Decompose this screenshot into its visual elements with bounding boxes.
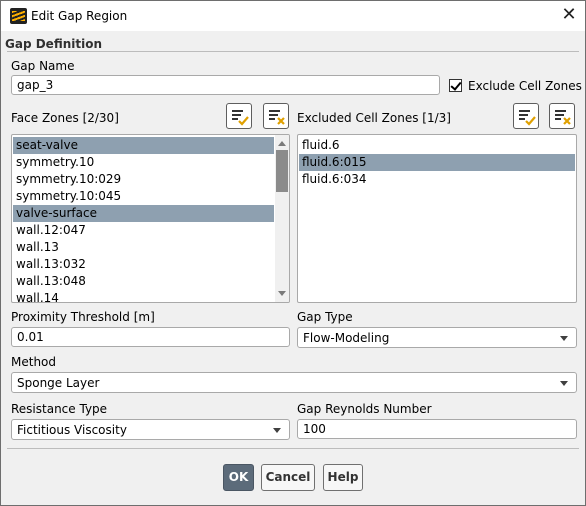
section-divider	[7, 51, 579, 52]
section-title: Gap Definition	[5, 37, 103, 51]
list-item[interactable]: fluid.6:015	[299, 154, 575, 171]
list-item[interactable]: wall.13:032	[13, 256, 274, 273]
resistance-type-label: Resistance Type	[11, 402, 108, 416]
chevron-down-icon	[560, 381, 568, 386]
method-label: Method	[11, 355, 57, 369]
excluded-cell-zones-list[interactable]: fluid.6 fluid.6:015 fluid.6:034	[297, 134, 577, 303]
face-zones-select-all-button[interactable]	[226, 103, 252, 129]
resistance-type-dropdown[interactable]: Fictitious Viscosity	[11, 419, 290, 440]
chevron-down-icon	[560, 336, 568, 341]
list-item[interactable]: seat-valve	[13, 137, 274, 154]
deselect-all-icon	[269, 110, 285, 125]
method-value: Sponge Layer	[17, 376, 100, 390]
chevron-down-icon	[273, 428, 281, 433]
fluent-app-icon	[10, 8, 27, 24]
list-item[interactable]: wall.12:047	[13, 222, 274, 239]
scroll-thumb[interactable]	[276, 150, 288, 192]
gap-name-input[interactable]: gap_3	[11, 75, 440, 95]
proximity-threshold-input[interactable]: 0.01	[11, 327, 290, 347]
list-item[interactable]: symmetry.10:045	[13, 188, 274, 205]
footer-divider	[7, 448, 579, 449]
list-item[interactable]: fluid.6	[299, 137, 575, 154]
face-zones-scrollbar[interactable]	[275, 135, 289, 302]
proximity-threshold-label: Proximity Threshold [m]	[11, 310, 155, 324]
select-all-icon	[519, 110, 536, 126]
exclude-cell-zones-checkbox[interactable]	[449, 79, 462, 92]
list-item[interactable]: symmetry.10	[13, 154, 274, 171]
face-zones-list[interactable]: seat-valve symmetry.10 symmetry.10:029 s…	[11, 134, 290, 303]
gap-type-value: Flow-Modeling	[303, 331, 390, 345]
scroll-down-icon[interactable]	[278, 291, 286, 296]
list-item[interactable]: wall.14	[13, 290, 274, 302]
list-item[interactable]: fluid.6:034	[299, 171, 575, 188]
resistance-type-value: Fictitious Viscosity	[17, 423, 127, 437]
cancel-button[interactable]: Cancel	[261, 464, 315, 491]
method-dropdown[interactable]: Sponge Layer	[11, 372, 577, 393]
list-item[interactable]: wall.13:048	[13, 273, 274, 290]
gap-type-dropdown[interactable]: Flow-Modeling	[297, 327, 577, 348]
face-zones-label: Face Zones [2/30]	[11, 111, 119, 125]
window-title: Edit Gap Region	[31, 9, 128, 23]
help-button[interactable]: Help	[323, 464, 363, 491]
scroll-up-icon[interactable]	[278, 141, 286, 146]
list-item[interactable]: valve-surface	[13, 205, 274, 222]
excluded-cell-zones-select-all-button[interactable]	[513, 103, 539, 129]
edit-gap-region-dialog: Edit Gap Region ✕ Gap Definition Gap Nam…	[0, 0, 586, 506]
list-item[interactable]: symmetry.10:029	[13, 171, 274, 188]
ok-button[interactable]: OK	[223, 464, 254, 491]
list-item[interactable]: wall.13	[13, 239, 274, 256]
deselect-all-icon	[555, 110, 571, 125]
title-bar: Edit Gap Region ✕	[1, 1, 585, 31]
gap-type-label: Gap Type	[297, 310, 353, 324]
excluded-cell-zones-deselect-all-button[interactable]	[549, 103, 575, 129]
face-zones-deselect-all-button[interactable]	[263, 103, 289, 129]
select-all-icon	[232, 110, 249, 126]
exclude-cell-zones-label: Exclude Cell Zones	[468, 79, 582, 93]
gap-reynolds-label: Gap Reynolds Number	[297, 402, 432, 416]
excluded-cell-zones-label: Excluded Cell Zones [1/3]	[297, 111, 451, 125]
gap-reynolds-input[interactable]: 100	[297, 419, 577, 439]
gap-name-label: Gap Name	[11, 59, 75, 73]
close-icon[interactable]: ✕	[559, 5, 579, 25]
